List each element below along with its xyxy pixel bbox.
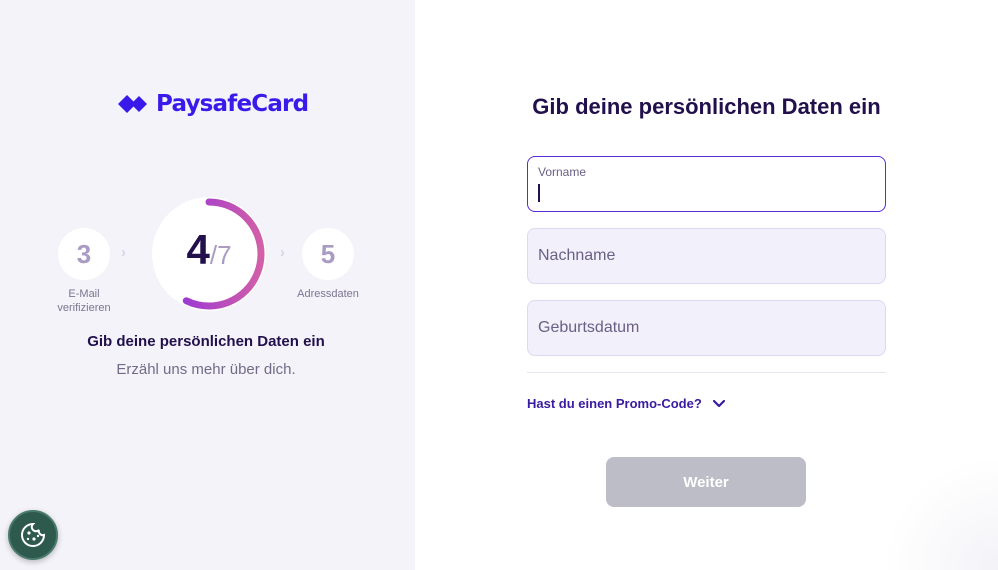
promo-code-toggle[interactable]: Hast du einen Promo-Code?: [527, 396, 726, 411]
logo: PaysafeCard: [118, 88, 309, 120]
step-next-label: Adressdaten: [297, 288, 359, 300]
step-subtitle: Erzähl uns mehr über dich.: [116, 361, 296, 378]
step-title: Gib deine persönlichen Daten ein: [87, 333, 325, 350]
chevron-down-icon: [712, 399, 725, 407]
step-previous-label: E-Mail verifizieren: [34, 287, 134, 315]
first-name-field[interactable]: Vorname: [527, 156, 886, 212]
first-name-label: Vorname: [538, 165, 587, 179]
step-previous-label-line2: verifizieren: [57, 302, 111, 314]
cookie-icon: [21, 522, 46, 547]
chevron-right-icon: ›: [280, 244, 285, 261]
cookie-settings-button[interactable]: [8, 510, 58, 560]
divider: [527, 372, 886, 373]
step-previous: 3: [58, 228, 110, 280]
progress-current: 4: [186, 226, 210, 273]
last-name-input[interactable]: [528, 229, 885, 283]
birthdate-input[interactable]: [528, 301, 885, 355]
left-panel: PaysafeCard 3 E-Mail verifizieren › 4 / …: [0, 0, 415, 570]
paysafecard-diamond-icon: [118, 95, 147, 113]
birthdate-field[interactable]: [527, 300, 886, 356]
text-cursor: [538, 184, 540, 202]
progress-total: 7: [217, 240, 232, 270]
last-name-field[interactable]: [527, 228, 886, 284]
chevron-right-icon: ›: [121, 244, 126, 261]
brand-name: PaysafeCard: [156, 91, 309, 117]
progress-text: 4 / 7: [148, 193, 270, 315]
continue-button[interactable]: Weiter: [606, 457, 806, 507]
corner-decoration: [878, 460, 998, 570]
promo-code-label: Hast du einen Promo-Code?: [527, 396, 702, 411]
form-title: Gib deine persönlichen Daten ein: [532, 94, 881, 119]
step-previous-label-line1: E-Mail: [68, 288, 100, 300]
step-next: 5: [302, 228, 354, 280]
progress-separator: /: [209, 240, 218, 270]
